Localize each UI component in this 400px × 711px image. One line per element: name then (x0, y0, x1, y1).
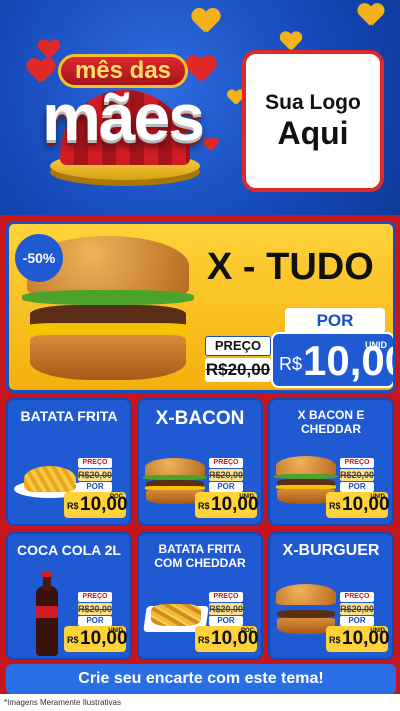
unit-label: POC (240, 628, 254, 634)
old-price: R$20,00 (209, 469, 244, 481)
product-card-x-bacon[interactable]: X-BACON PREÇO R$20,00 POR R$ 10,00 UNID (137, 398, 263, 526)
price-tag: PREÇO R$20,00 POR R$ 10,00 POC (64, 458, 128, 520)
preco-label: PREÇO (340, 592, 374, 602)
old-price: R$20,00 (340, 469, 375, 481)
product-name: X BACON E CHEDDAR (297, 408, 365, 436)
new-price: R$ 10,00 UNID (271, 332, 393, 388)
heart-icon (280, 32, 302, 52)
unit-label: POC (109, 494, 123, 500)
heart-icon (358, 4, 384, 28)
old-price: R$20,00 (78, 603, 113, 615)
preco-label: PREÇO (209, 458, 243, 468)
discount-badge: -50% (15, 234, 63, 282)
product-card-batata-cheddar[interactable]: BATATA FRITA COM CHEDDAR PREÇO R$20,00 P… (137, 532, 263, 660)
heart-icon (192, 9, 221, 35)
campaign-logo: mês das mães (20, 40, 225, 190)
price-tag: PREÇO R$20,00 POR R$ 10,00 UNID (326, 592, 390, 654)
featured-product-card[interactable]: -50% X - TUDO PREÇO R$20,00 POR R$ 10,00… (6, 221, 396, 393)
por-label: POR (285, 308, 385, 334)
new-price: R$ 10,00 UNID (326, 626, 390, 652)
header-banner: mês das mães Sua Logo Aqui (0, 0, 400, 215)
old-price-label: PREÇO (205, 336, 271, 356)
logo-line2: Aqui (277, 114, 349, 151)
currency: R$ (329, 501, 341, 511)
product-name: BATATA FRITA COM CHEDDAR (154, 542, 246, 570)
price-tag: PREÇO R$20,00 POR R$ 10,00 UNID (326, 458, 390, 520)
new-price: R$ 10,00 POC (195, 626, 259, 652)
unit-label: UNID (370, 628, 385, 634)
cta-button[interactable]: Crie seu encarte com este tema! (6, 664, 396, 694)
por-label: POR (209, 616, 243, 626)
old-price: R$20,00 (205, 358, 271, 382)
price-tag: PREÇO R$20,00 POR R$ 10,00 UNID (195, 458, 259, 520)
product-card-x-bacon-cheddar[interactable]: X BACON E CHEDDAR PREÇO R$20,00 POR R$ 1… (268, 398, 394, 526)
currency: R$ (329, 635, 341, 645)
unit-label: UNID (365, 340, 387, 350)
new-price: R$ 10,00 UNID (326, 492, 390, 518)
logo-placeholder: Sua Logo Aqui (242, 50, 384, 192)
new-price: R$ 10,00 UNID (195, 492, 259, 518)
preco-label: PREÇO (78, 458, 112, 468)
product-card-coca-cola[interactable]: COCA COLA 2L PREÇO R$20,00 POR R$ 10,00 … (6, 532, 132, 660)
currency: R$ (67, 501, 79, 511)
new-price: R$ 10,00 UNID (64, 626, 128, 652)
disclaimer-text: *Imagens Meramente Ilustrativas (0, 694, 400, 711)
bottle-image (36, 572, 58, 656)
price-tag: PREÇO R$20,00 POR R$ 10,00 POC (195, 592, 259, 654)
unit-label: UNID (370, 494, 385, 500)
unit-label: UNID (108, 628, 123, 634)
por-label: POR (340, 482, 374, 492)
preco-label: PREÇO (78, 592, 112, 602)
preco-label: PREÇO (340, 458, 374, 468)
unit-label: UNID (239, 494, 254, 500)
por-label: POR (78, 616, 112, 626)
por-label: POR (209, 482, 243, 492)
currency: R$ (67, 635, 79, 645)
old-price: R$20,00 (209, 603, 244, 615)
old-price: R$20,00 (78, 469, 113, 481)
por-label: POR (340, 616, 374, 626)
currency: R$ (279, 354, 303, 374)
featured-title: X - TUDO (207, 246, 374, 288)
price-tag: PREÇO R$20,00 POR R$ 10,00 UNID (64, 592, 128, 654)
product-card-x-burguer[interactable]: X-BURGUER PREÇO R$20,00 POR R$ 10,00 UNI… (268, 532, 394, 660)
product-card-batata-frita[interactable]: BATATA FRITA PREÇO R$20,00 POR R$ 10,00 … (6, 398, 132, 526)
product-name: X-BACON (155, 408, 245, 429)
product-name: X-BURGUER (282, 542, 380, 559)
logo-line1: Sua Logo (265, 90, 361, 114)
por-label: POR (78, 482, 112, 492)
old-price: R$20,00 (340, 603, 375, 615)
campaign-big-text: mães (42, 80, 205, 154)
featured-price: PREÇO R$20,00 POR R$ 10,00 UNID (205, 308, 393, 388)
currency: R$ (198, 635, 210, 645)
product-name: BATATA FRITA (20, 408, 118, 424)
currency: R$ (198, 501, 210, 511)
preco-label: PREÇO (209, 592, 243, 602)
new-price: R$ 10,00 POC (64, 492, 128, 518)
product-name: COCA COLA 2L (17, 542, 121, 558)
